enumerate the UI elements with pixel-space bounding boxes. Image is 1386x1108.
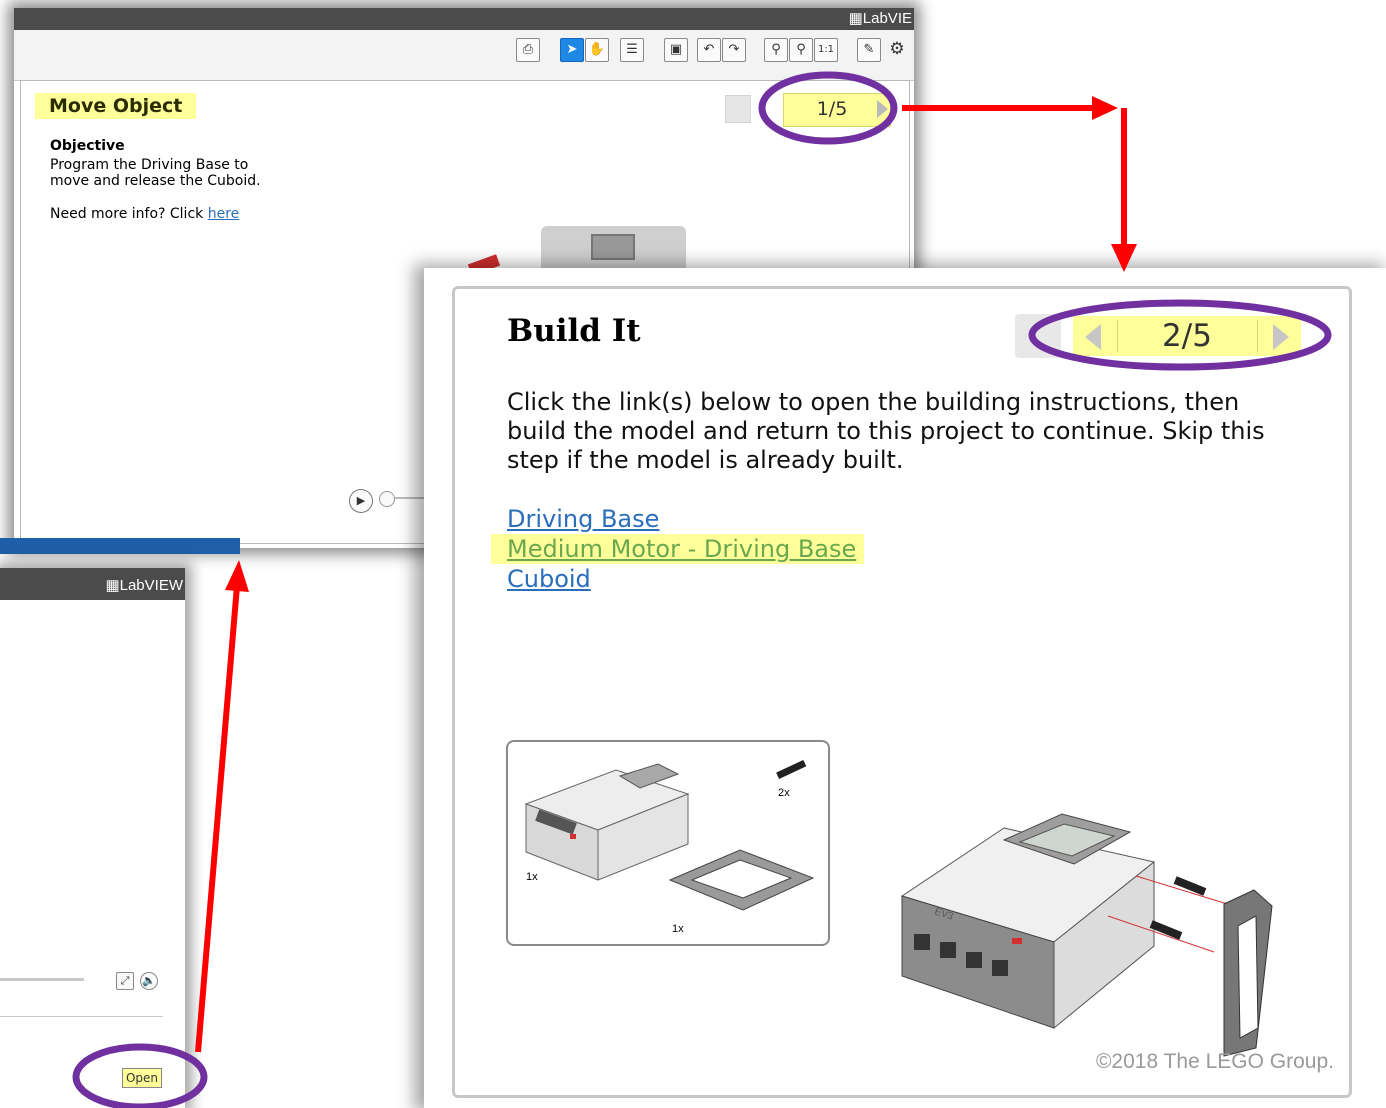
more-info-label: Need more info? Click: [50, 206, 208, 222]
hand-icon[interactable]: ✋: [585, 38, 609, 62]
fullscreen-icon[interactable]: ⤢: [116, 972, 134, 990]
previous-page-icon[interactable]: [1085, 324, 1101, 350]
objective-heading: Objective: [50, 138, 125, 154]
lesson-title: Move Object: [35, 93, 197, 119]
build-it-title: Build It: [507, 313, 641, 349]
parts-list-box: 1x 2x 1x: [506, 740, 830, 946]
zoom-out-icon[interactable]: ⚲: [764, 38, 788, 62]
page-navigator: 1/5: [783, 93, 891, 127]
page-navigator: 2/5: [1073, 316, 1301, 356]
divider: [0, 1016, 163, 1017]
objective-text: Program the Driving Base to move and rel…: [50, 157, 261, 189]
video-slider-track[interactable]: [0, 978, 84, 981]
title-bar: ▦LabVIEW: [0, 568, 185, 600]
parts-list-illustration: 1x 2x 1x: [524, 759, 815, 935]
redo-icon[interactable]: ↷: [722, 38, 746, 62]
print-icon[interactable]: [725, 95, 751, 123]
actual-size-icon[interactable]: 1:1: [814, 38, 838, 62]
ev3-brick-assembly-image: EV3: [900, 813, 1156, 1030]
more-info: Need more info? Click here: [50, 206, 239, 222]
taskbar-strip: [0, 538, 240, 554]
beam-frame-image: [1223, 889, 1273, 1057]
labview-logo: ▦LabVIEW: [105, 577, 183, 594]
frame-qty: 1x: [672, 923, 684, 935]
comment-icon[interactable]: ☰: [620, 38, 644, 62]
brick-qty: 1x: [526, 871, 538, 883]
more-info-link[interactable]: here: [208, 206, 240, 222]
page-indicator: 1/5: [816, 98, 848, 120]
save-icon[interactable]: ▣: [664, 38, 688, 62]
build-it-window: Build It 2/5 Click the link(s) below to …: [424, 268, 1386, 1108]
building-links: Driving Base Medium Motor - Driving Base…: [491, 504, 880, 594]
pointer-icon[interactable]: ➤: [560, 38, 584, 62]
video-slider-knob[interactable]: [379, 491, 395, 507]
speaker-icon[interactable]: 🔈: [140, 972, 158, 990]
title-bar: ▦LabVIE: [14, 8, 914, 30]
assembly-illustration: EV3: [900, 813, 1273, 1057]
link-medium-motor-driving-base[interactable]: Medium Motor - Driving Base: [491, 534, 865, 564]
play-icon[interactable]: ▶: [349, 489, 373, 513]
page-indicator: 2/5: [1162, 318, 1212, 354]
ev3-brick-small-image: [524, 763, 690, 881]
pin-qty: 2x: [778, 787, 790, 799]
print-icon[interactable]: [1015, 314, 1061, 358]
labview-logo: ▦LabVIE: [848, 10, 912, 27]
beam-frame-image: [668, 849, 815, 911]
pen-icon[interactable]: ✎: [857, 38, 881, 62]
labview-icon: ▦: [105, 577, 120, 594]
document-icon[interactable]: ⎙: [516, 38, 540, 62]
robot-image: [541, 226, 686, 271]
labview-icon: ▦: [848, 10, 863, 27]
arrow-open-to-page-1: [195, 560, 249, 1053]
arrow-page-1-to-page-2: [902, 96, 1137, 272]
connector-pin-image: [776, 759, 807, 779]
link-driving-base[interactable]: Driving Base: [507, 504, 880, 534]
copyright-notice: ©2018 The LEGO Group.: [1095, 1050, 1334, 1073]
undo-icon[interactable]: ↶: [697, 38, 721, 62]
next-page-icon[interactable]: [1273, 324, 1289, 350]
next-page-icon[interactable]: [877, 100, 888, 118]
toolbar: ⎙ ➤ ✋ ☰ ▣ ↶ ↷ ⚲ ⚲ 1:1 ✎ ⚙: [14, 30, 914, 81]
settings-icon[interactable]: ⚙: [886, 38, 908, 60]
build-instructions-text: Click the link(s) below to open the buil…: [507, 388, 1265, 474]
open-button[interactable]: Open: [122, 1068, 162, 1088]
link-cuboid[interactable]: Cuboid: [507, 564, 880, 594]
zoom-in-icon[interactable]: ⚲: [789, 38, 813, 62]
lesson-window-bottom: ▦LabVIEW ⤢ 🔈 Open: [0, 568, 185, 1108]
